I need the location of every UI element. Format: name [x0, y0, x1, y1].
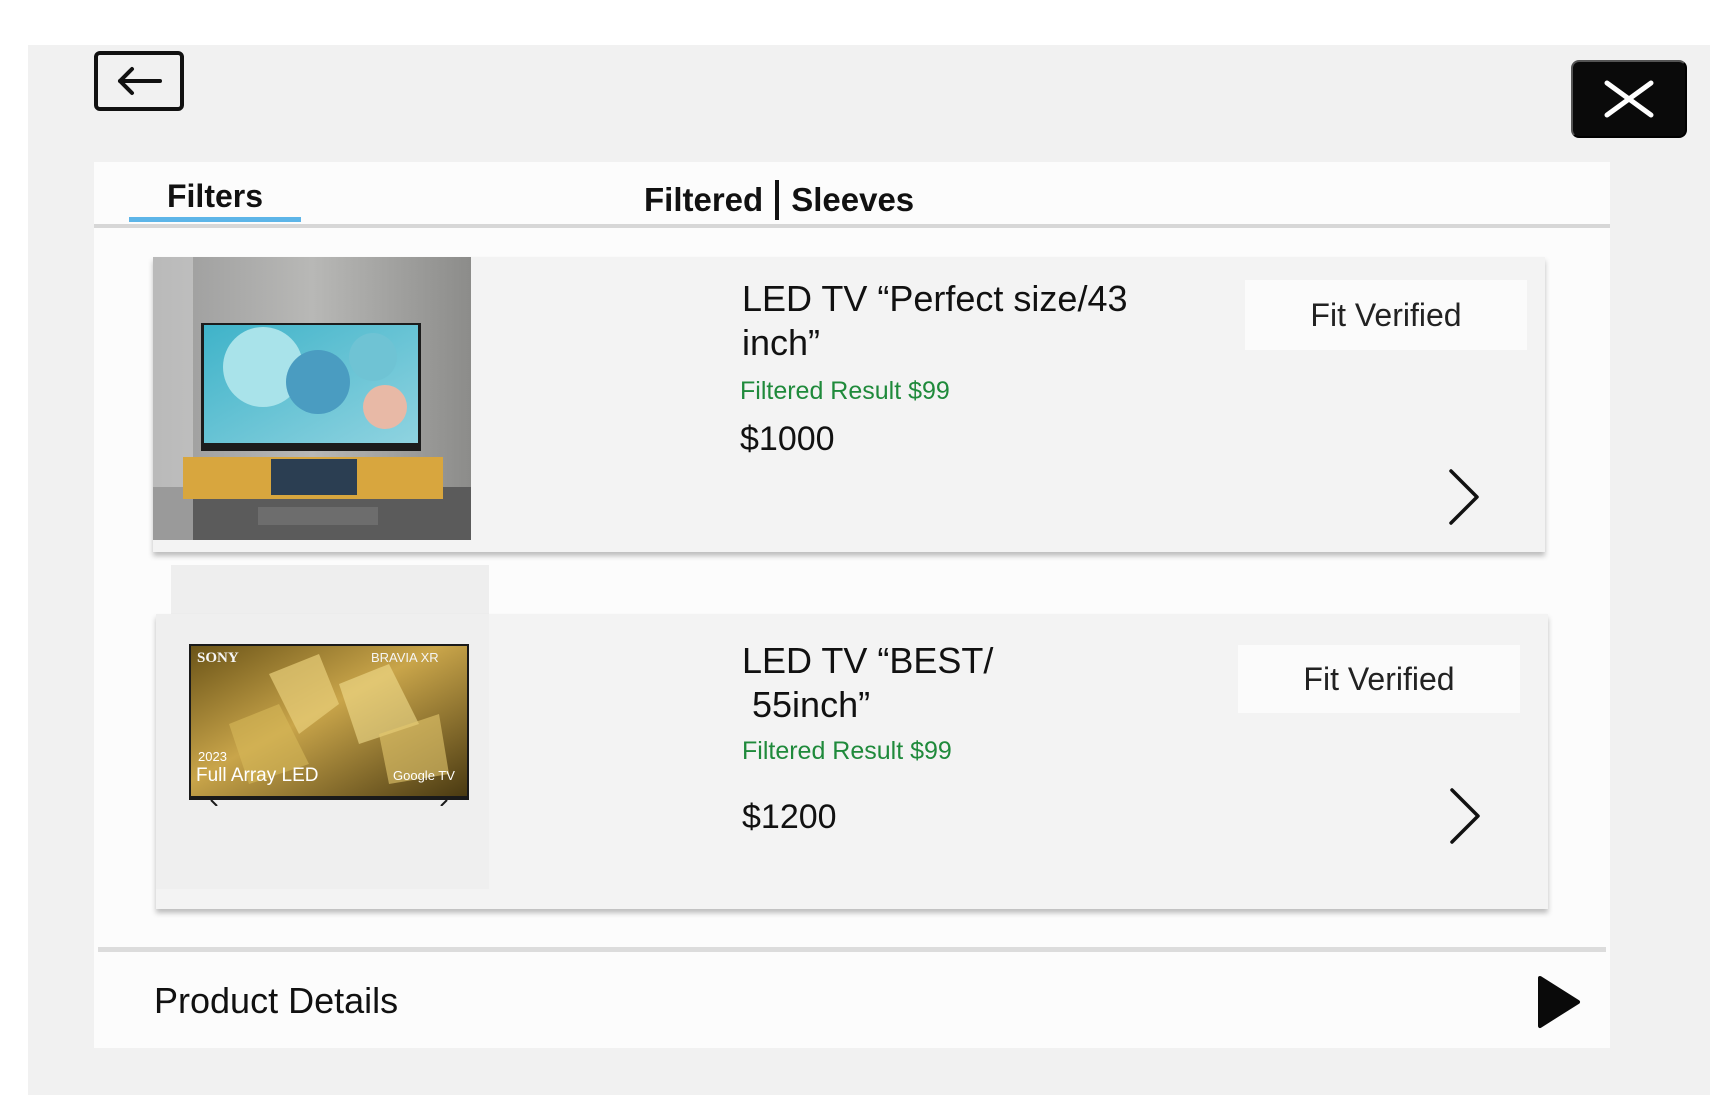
- page-title-filtered: Filtered: [644, 181, 764, 218]
- title-separator: [775, 180, 780, 220]
- card-separator-tab: [171, 565, 489, 615]
- product-image-tv-55: SONY BRAVIA XR 2023 Full Array LED Googl…: [189, 644, 469, 806]
- active-tab-indicator: [129, 217, 301, 222]
- product-image-tv-43: [153, 257, 471, 540]
- page-title-sleeves: Sleeves: [791, 181, 915, 218]
- page-title: Filtered Sleeves: [644, 176, 914, 224]
- chevron-right-icon[interactable]: [1444, 786, 1484, 846]
- brand-logo-text: SONY: [197, 650, 239, 666]
- close-x-icon: [1604, 80, 1654, 118]
- product-title-line1: LED TV “BEST/: [742, 640, 994, 681]
- product-price: $1200: [742, 798, 837, 836]
- product-title-line2: 55inch”: [742, 684, 871, 725]
- filtered-result: Filtered Result $99: [740, 377, 950, 405]
- results-panel: Filters Filtered Sleeves LED TV “Perfect…: [94, 162, 1610, 1048]
- platform-text: Google TV: [393, 768, 455, 783]
- fit-verified-badge: Fit Verified: [1245, 280, 1527, 350]
- product-title: LED TV “Perfect size/43 inch”: [742, 278, 1128, 363]
- arrow-left-icon: [118, 67, 162, 95]
- tab-bar: Filters Filtered Sleeves: [94, 162, 1610, 228]
- chevron-right-icon[interactable]: [1443, 467, 1483, 527]
- series-logo-text: BRAVIA XR: [371, 650, 439, 665]
- tab-filters[interactable]: Filters: [129, 174, 301, 220]
- product-card[interactable]: SONY BRAVIA XR 2023 Full Array LED Googl…: [156, 614, 1548, 909]
- product-title: LED TV “BEST/ 55inch”: [742, 639, 1102, 727]
- close-button[interactable]: [1571, 60, 1687, 138]
- year-text: 2023: [198, 749, 227, 764]
- tagline-text: Full Array LED: [196, 765, 318, 786]
- details-divider: [98, 947, 1606, 952]
- play-arrow-icon[interactable]: [1534, 974, 1582, 1030]
- back-button[interactable]: [94, 51, 184, 111]
- product-card[interactable]: LED TV “Perfect size/43 inch” Filtered R…: [153, 257, 1545, 552]
- fit-verified-badge: Fit Verified: [1238, 645, 1520, 713]
- product-details-row[interactable]: Product Details: [94, 954, 1610, 1048]
- product-price: $1000: [740, 420, 835, 458]
- filtered-result: Filtered Result $99: [742, 737, 952, 765]
- product-details-label: Product Details: [154, 980, 399, 1021]
